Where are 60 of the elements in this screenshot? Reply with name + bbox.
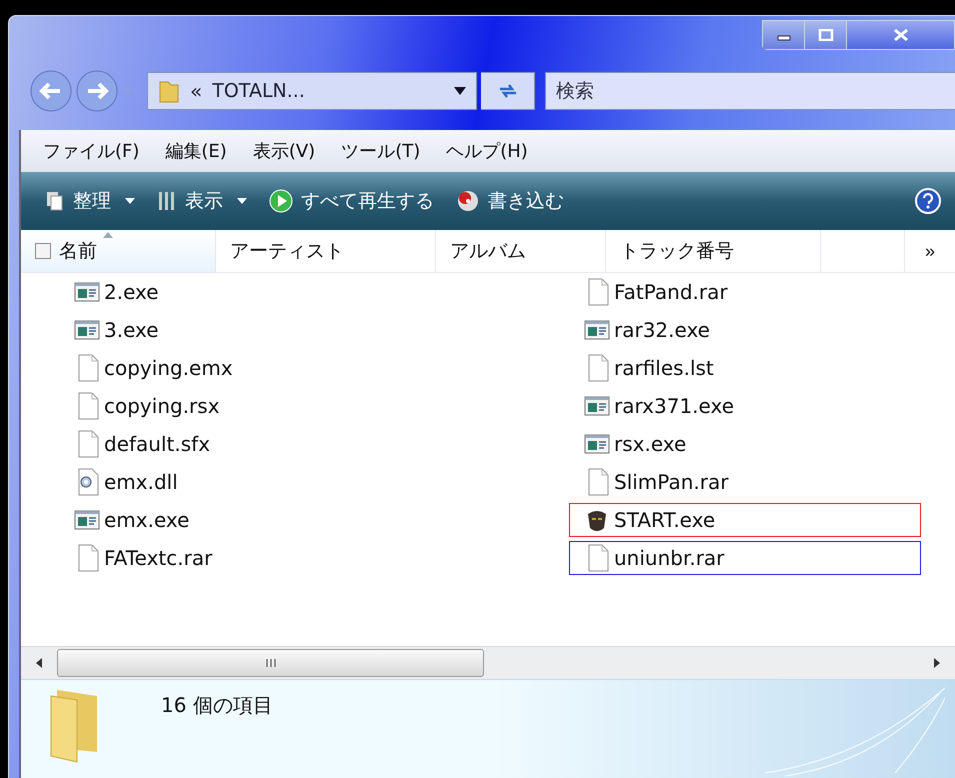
caret-icon: [237, 198, 247, 204]
menu-item[interactable]: ヘルプ(H): [446, 139, 528, 163]
toolbar-button[interactable]: 整理: [41, 186, 139, 216]
right-arrow-icon: [934, 658, 940, 668]
toolbar-button[interactable]: 表示: [153, 186, 251, 216]
sort-arrow-icon: [103, 232, 113, 238]
toolbar-button[interactable]: 書き込む: [452, 186, 568, 216]
menu-item[interactable]: 編集(E): [165, 139, 227, 163]
caret-icon: [125, 198, 135, 204]
grip-icon: [264, 658, 276, 668]
play-icon: [269, 189, 293, 213]
application-window-icon: [74, 319, 100, 341]
menu-item[interactable]: ツール(T): [341, 139, 420, 163]
file-item[interactable]: rar32.exe: [569, 313, 921, 347]
application-window-icon: [74, 509, 100, 531]
file-item[interactable]: FATextc.rar: [59, 541, 569, 575]
file-item[interactable]: FatPand.rar: [569, 275, 921, 309]
columns-icon: [157, 190, 177, 212]
close-icon: [892, 28, 910, 42]
breadcrumb-overflow-button[interactable]: «: [190, 79, 202, 103]
file-item[interactable]: START.exe: [569, 503, 921, 537]
pages-icon: [45, 190, 65, 212]
file-item[interactable]: default.sfx: [59, 427, 569, 461]
file-item[interactable]: copying.rsx: [59, 389, 569, 423]
file-item[interactable]: emx.dll: [59, 465, 569, 499]
maximize-icon: [818, 29, 834, 41]
refresh-button[interactable]: [481, 72, 535, 110]
column-header[interactable]: アルバム: [436, 230, 606, 272]
maximize-button[interactable]: [805, 21, 847, 49]
application-window-icon: [584, 433, 610, 455]
file-item[interactable]: rarx371.exe: [569, 389, 921, 423]
close-button[interactable]: [847, 21, 955, 49]
column-header[interactable]: アーティスト: [216, 230, 436, 272]
file-item[interactable]: uniunbr.rar: [569, 541, 921, 575]
column-header[interactable]: 名前: [21, 230, 216, 272]
address-bar[interactable]: « TOTALN...: [147, 72, 477, 110]
application-window-icon: [74, 281, 100, 303]
file-item[interactable]: rarfiles.lst: [569, 351, 921, 385]
minimize-button[interactable]: [763, 21, 805, 49]
minimize-icon: [776, 35, 790, 41]
file-item[interactable]: emx.exe: [59, 503, 569, 537]
menu-item[interactable]: ファイル(F): [43, 139, 140, 163]
item-count-text: 16 個の項目: [161, 692, 273, 719]
file-item[interactable]: SlimPan.rar: [569, 465, 921, 499]
more-columns-button[interactable]: »: [905, 230, 955, 272]
column-header[interactable]: トラック番号: [606, 230, 821, 272]
menu-item[interactable]: 表示(V): [252, 139, 316, 163]
help-icon[interactable]: [915, 188, 941, 214]
file-item[interactable]: copying.emx: [59, 351, 569, 385]
toolbar-button[interactable]: すべて再生する: [265, 186, 438, 216]
search-field[interactable]: 検索: [545, 72, 955, 110]
file-item[interactable]: 2.exe: [59, 275, 569, 309]
application-window-icon: [584, 395, 610, 417]
disc-icon: [456, 189, 480, 213]
file-item[interactable]: rsx.exe: [569, 427, 921, 461]
scrollbar-thumb[interactable]: [57, 649, 484, 677]
dropdown-icon: [454, 87, 466, 95]
application-window-icon: [584, 319, 610, 341]
file-item[interactable]: 3.exe: [59, 313, 569, 347]
left-arrow-icon: [36, 658, 42, 668]
